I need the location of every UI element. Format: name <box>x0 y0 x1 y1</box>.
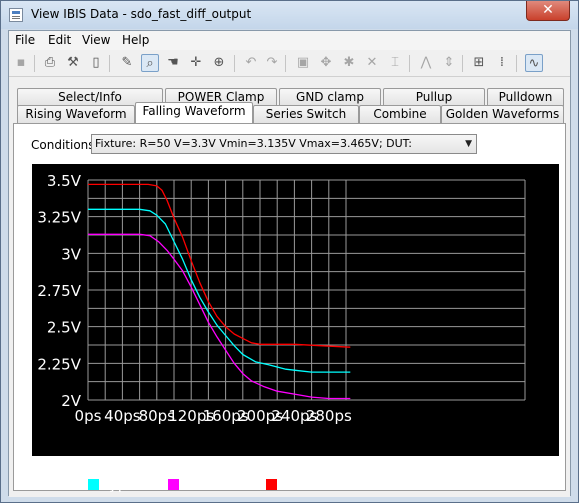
legend-label-maximum: maximum <box>281 475 357 493</box>
tab-falling-waveform[interactable]: Falling Waveform <box>135 102 253 123</box>
tab-row-bottom: Rising Waveform Falling Waveform Series … <box>13 102 566 123</box>
y-tick-label: 3.25V <box>37 209 81 227</box>
tab-rising-waveform[interactable]: Rising Waveform <box>17 105 135 123</box>
toolbar-separator <box>234 55 235 72</box>
menu-file[interactable]: File <box>15 33 35 47</box>
title-bar[interactable]: View IBIS Data - sdo_fast_diff_output ✕ <box>1 1 578 29</box>
toolbar-separator <box>516 55 517 72</box>
legend-swatch-maximum <box>266 479 277 490</box>
tab-row-top: Select/Info POWER Clamp GND clamp Pullup… <box>13 88 566 106</box>
peak-icon[interactable]: ⋀ <box>417 54 435 72</box>
y-tick-label: 3V <box>61 245 82 263</box>
tab-combine[interactable]: Combine <box>359 105 441 123</box>
zoom-icon[interactable]: ⌕ <box>141 54 159 72</box>
save-icon[interactable]: ▪ <box>12 54 30 72</box>
undo-icon[interactable]: ↶ <box>242 54 260 72</box>
tab-pulldown[interactable]: Pulldown <box>487 88 564 106</box>
y-tick-label: 3.5V <box>47 172 82 190</box>
main-window: View IBIS Data - sdo_fast_diff_output ✕ … <box>0 0 579 503</box>
tab-gnd-clamp[interactable]: GND clamp <box>279 88 381 106</box>
status-strip <box>9 494 570 497</box>
conditions-value: Fixture: R=50 V=3.3V Vmin=3.135V Vmax=3.… <box>95 137 412 150</box>
menu-help[interactable]: Help <box>122 33 149 47</box>
cross-icon[interactable]: ✕ <box>363 54 381 72</box>
move-icon[interactable]: ✥ <box>317 54 335 72</box>
menu-bar: File Edit View Help <box>9 31 570 50</box>
toolbar-separator <box>34 55 35 72</box>
legend-label-typical: typical <box>103 475 154 493</box>
window-title: View IBIS Data - sdo_fast_diff_output <box>31 7 252 21</box>
waveform-chart-svg: 3.5V3.25V3V2.75V2.5V2.25V2V0ps 40ps80ps12… <box>37 172 526 425</box>
add-marker-icon[interactable]: ⊕ <box>210 54 228 72</box>
falling-waveform-panel: Conditions: Fixture: R=50 V=3.3V Vmin=3.… <box>13 123 566 493</box>
tab-series-switch[interactable]: Series Switch <box>253 105 359 123</box>
conditions-label: Conditions: <box>31 138 99 152</box>
grid-toggle-icon[interactable]: ⁞ <box>493 54 511 72</box>
pencil-icon[interactable]: ✎ <box>118 54 136 72</box>
toolbar: ▪ ⎙ ⚒ ▯ ✎ ⌕ ☚ ✛ ⊕ ↶ ↷ ▣ ✥ ✱ ✕ ⌶ ⋀ ⇕ ⊞ ⁞ <box>9 51 570 77</box>
y-tick-label: 2.25V <box>37 355 81 373</box>
client-area: File Edit View Help ▪ ⎙ ⚒ ▯ ✎ ⌕ ☚ ✛ ⊕ ↶ … <box>8 30 571 497</box>
toolbar-separator <box>462 55 463 72</box>
hammer-icon[interactable]: ⚒ <box>64 54 82 72</box>
legend-label-minimum: minimum <box>183 475 255 493</box>
app-icon <box>9 8 23 22</box>
y-tick-label: 2.5V <box>47 319 82 337</box>
x-tick-label: 40ps <box>104 407 141 425</box>
x-tick-label: 0ps <box>75 407 102 425</box>
y-tick-label: 2.75V <box>37 282 81 300</box>
close-button[interactable]: ✕ <box>526 1 570 21</box>
pan-hand-icon[interactable]: ☚ <box>164 54 182 72</box>
fit-icon[interactable]: ⊞ <box>470 54 488 72</box>
chevron-down-icon[interactable]: ▼ <box>465 135 472 153</box>
vertical-measure-icon[interactable]: ⌶ <box>386 54 404 72</box>
toolbar-separator <box>409 55 410 72</box>
up-down-icon[interactable]: ⇕ <box>440 54 458 72</box>
waveform-chart[interactable]: 3.5V 3.25V 3V 2.75V 2.5V 2.25V 2V 0ps 40ps 80ps 12… <box>32 164 559 493</box>
curve-icon[interactable]: ∿ <box>525 54 543 72</box>
box-icon[interactable]: ▣ <box>294 54 312 72</box>
conditions-dropdown[interactable]: Fixture: R=50 V=3.3V Vmin=3.135V Vmax=3.… <box>91 134 477 154</box>
crosshair-icon[interactable]: ✛ <box>187 54 205 72</box>
star-icon[interactable]: ✱ <box>340 54 358 72</box>
toolbar-separator <box>285 55 286 72</box>
menu-view[interactable]: View <box>82 33 110 47</box>
tab-golden-waveforms[interactable]: Golden Waveforms <box>441 105 564 123</box>
series-line-minimum <box>88 233 351 400</box>
menu-edit[interactable]: Edit <box>48 33 71 47</box>
legend-swatch-typical <box>88 479 99 490</box>
x-tick-label: 280ps <box>306 407 352 425</box>
toolbar-separator <box>109 55 110 72</box>
redo-icon[interactable]: ↷ <box>263 54 281 72</box>
tab-pullup[interactable]: Pullup <box>383 88 485 106</box>
print-icon[interactable]: ⎙ <box>41 54 59 72</box>
document-icon[interactable]: ▯ <box>87 54 105 72</box>
legend-swatch-minimum <box>168 479 179 490</box>
